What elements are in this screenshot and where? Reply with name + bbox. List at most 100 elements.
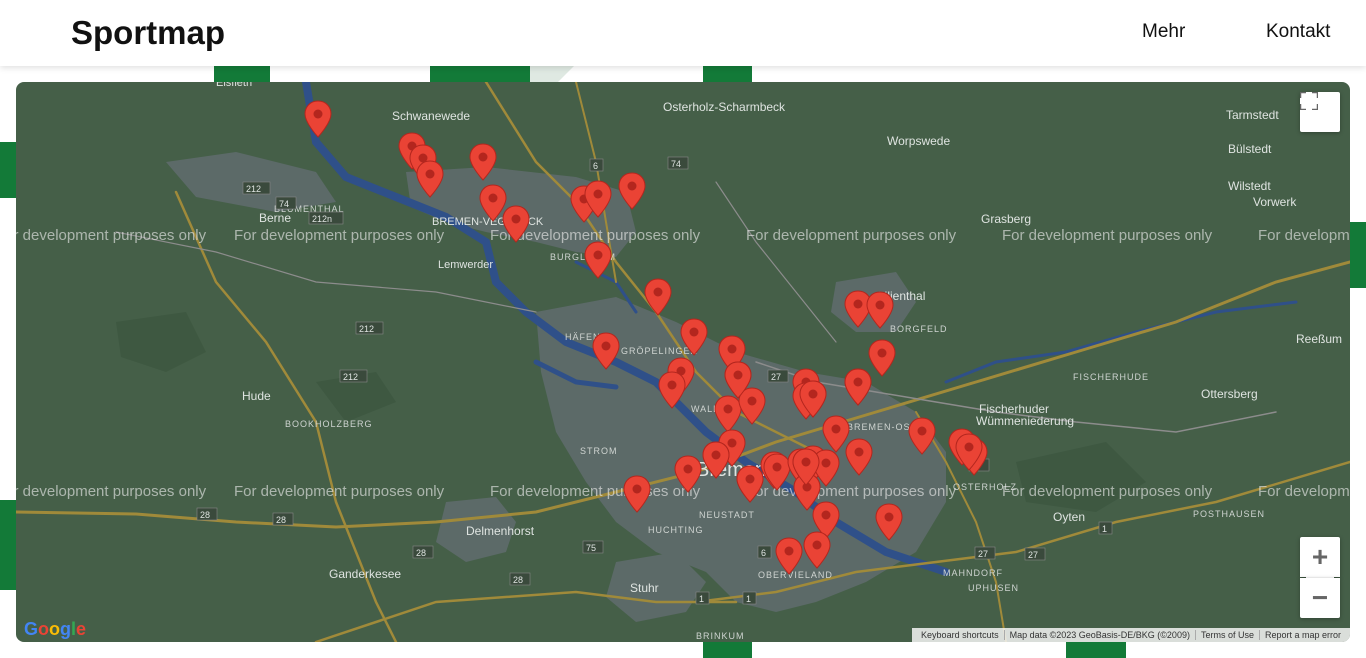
place-label: Reeßum	[1296, 332, 1342, 346]
watermark-text: For development purposes only	[746, 227, 957, 244]
road-number: 212n	[312, 214, 332, 224]
nav-link-kontakt[interactable]: Kontakt	[1266, 21, 1330, 43]
district-label: BORGFELD	[890, 324, 948, 334]
map-layer: Osterholz-Scharmbeck Worpswede Tarmstedt Bü…	[16, 82, 1350, 642]
place-label: Ottersberg	[1201, 387, 1258, 401]
decor-stripe	[214, 66, 270, 82]
terms-of-use-link[interactable]: Terms of Use	[1194, 630, 1259, 640]
road-number: 1	[699, 594, 704, 604]
place-label: Delmenhorst	[466, 524, 535, 538]
road-number: 28	[200, 510, 210, 520]
report-map-error-link[interactable]: Report a map error	[1258, 630, 1346, 640]
minus-icon: −	[1311, 582, 1329, 613]
road-number: 28	[513, 575, 523, 585]
place-label: Schwanewede	[392, 109, 470, 123]
road-shield: 27	[1024, 547, 1046, 561]
district-label: GRÖPELINGEN	[621, 346, 698, 356]
location-marker[interactable]	[584, 241, 612, 279]
decor-stripe	[1350, 222, 1366, 288]
google-logo-letter: o	[38, 619, 50, 639]
road-number: 28	[416, 548, 426, 558]
road-shield: 212	[242, 181, 271, 195]
map-canvas[interactable]: Osterholz-Scharmbeck Worpswede Tarmstedt Bü…	[16, 82, 1350, 642]
place-label: Bülstedt	[1228, 142, 1272, 156]
district-label: STROM	[580, 446, 618, 456]
keyboard-shortcuts-link[interactable]: Keyboard shortcuts	[916, 630, 1004, 640]
road-shield: 212n	[308, 211, 344, 225]
watermark-text: For development purposes only	[490, 483, 701, 500]
district-label: BRINKUM	[696, 631, 745, 641]
road-number: 6	[761, 548, 766, 558]
watermark-text: For development purposes only	[16, 483, 207, 500]
district-label: POSTHAUSEN	[1193, 509, 1265, 519]
place-label: Wilstedt	[1228, 179, 1271, 193]
district-label: UPHUSEN	[968, 583, 1019, 593]
road-shield: 1	[742, 591, 757, 605]
location-marker[interactable]	[304, 100, 332, 138]
place-label: Osterholz-Scharmbeck	[663, 100, 786, 114]
decor-stripe	[1066, 642, 1126, 658]
road-shield: 27	[767, 369, 789, 383]
road-number: 212	[343, 372, 358, 382]
district-label: HUCHTING	[648, 525, 704, 535]
place-label: Lemwerder	[438, 259, 493, 271]
google-logo-letter: e	[76, 619, 87, 639]
place-label: Wümmeniederung	[976, 414, 1074, 428]
decor-stripe	[0, 500, 16, 590]
place-label: Hude	[242, 389, 271, 403]
road-shield: 28	[412, 545, 434, 559]
place-label: Vorwerk	[1253, 195, 1297, 209]
watermark-text: For development purposes only	[1002, 227, 1213, 244]
fullscreen-icon	[1300, 92, 1318, 110]
district-label: NEUSTADT	[699, 510, 755, 520]
google-logo[interactable]: Google	[24, 619, 86, 640]
decor-stripe	[703, 66, 752, 82]
road-number: 212	[359, 324, 374, 334]
road-number: 74	[671, 159, 681, 169]
map-data-credit: Map data ©2023 GeoBasis-DE/BKG (©2009)	[1003, 630, 1195, 640]
road-shield: 27	[974, 546, 996, 560]
road-number: 1	[746, 594, 751, 604]
road-shield: 1	[695, 591, 710, 605]
road-shield: 212	[355, 321, 384, 335]
location-marker[interactable]	[868, 339, 896, 377]
google-logo-letter: g	[60, 619, 72, 639]
road-number: 27	[1028, 550, 1038, 560]
map-attribution: Keyboard shortcuts Map data ©2023 GeoBas…	[912, 628, 1350, 642]
place-label: Tarmstedt	[1226, 108, 1279, 122]
watermark-text: For development purposes only	[234, 483, 445, 500]
road-number: 75	[586, 543, 596, 553]
road-shield: 74	[275, 196, 297, 210]
road-number: 27	[771, 372, 781, 382]
road-shield: 1	[1098, 521, 1113, 535]
plus-icon: +	[1311, 541, 1329, 572]
district-label: BOOKHOLZBERG	[285, 419, 373, 429]
district-label: OBERVIELAND	[758, 570, 833, 580]
site-header: Sportmap Mehr Kontakt	[0, 0, 1366, 66]
district-label: BREMEN-OST	[847, 422, 917, 432]
road-number: 28	[276, 515, 286, 525]
brand-title[interactable]: Sportmap	[71, 14, 225, 52]
road-number: 74	[279, 199, 289, 209]
road-number: 1	[1102, 524, 1107, 534]
location-marker[interactable]	[644, 278, 672, 316]
watermark-text: For development purposes only	[1002, 483, 1213, 500]
road-shield: 28	[272, 512, 294, 526]
place-label: Ganderkesee	[329, 567, 401, 581]
fullscreen-button[interactable]	[1300, 92, 1340, 132]
road-shield: 28	[509, 572, 531, 586]
road-number: 27	[978, 549, 988, 559]
decor-stripe	[430, 66, 530, 82]
road-shield: 6	[589, 158, 604, 172]
zoom-out-button[interactable]: −	[1300, 578, 1340, 618]
place-label: Elsfleth	[216, 82, 252, 89]
place-label: Stuhr	[630, 581, 659, 595]
place-label: Worpswede	[887, 134, 950, 148]
watermark-text: For development purposes only	[234, 227, 445, 244]
nav-link-mehr[interactable]: Mehr	[1142, 21, 1185, 43]
road-shield: 6	[757, 545, 772, 559]
road-shield: 28	[196, 507, 218, 521]
zoom-in-button[interactable]: +	[1300, 537, 1340, 577]
place-label: Oyten	[1053, 510, 1085, 524]
zoom-divider	[1306, 577, 1334, 578]
